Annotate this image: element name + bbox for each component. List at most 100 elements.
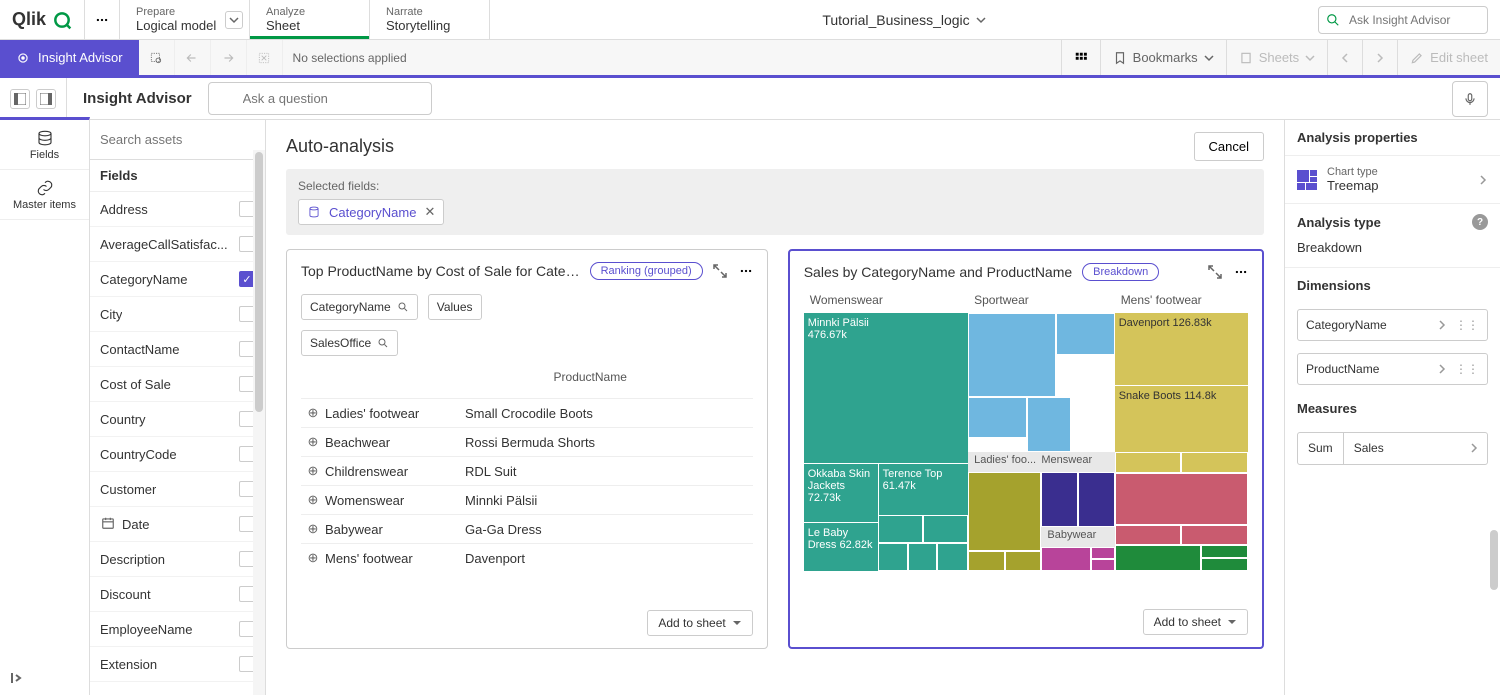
expand-icon[interactable]: ⊕ [301, 492, 325, 508]
dimension-property[interactable]: CategoryName ⋮⋮ [1297, 309, 1488, 341]
values-pill[interactable]: Values [428, 294, 482, 320]
step-back-button[interactable] [175, 40, 211, 75]
chip-remove-button[interactable]: ✕ [424, 204, 435, 220]
treemap-cell[interactable]: Terence Top 61.47k [878, 463, 968, 515]
field-row[interactable]: EmployeeName [90, 612, 265, 647]
selected-field-chip[interactable]: CategoryName ✕ [298, 199, 444, 225]
treemap-cell[interactable] [1041, 547, 1091, 571]
measure-property[interactable]: Sum Sales [1297, 432, 1488, 465]
sidebar-fields[interactable]: Fields [0, 120, 89, 170]
field-row[interactable]: Description [90, 542, 265, 577]
field-row[interactable]: CategoryName✓ [90, 262, 265, 297]
treemap-cell[interactable] [968, 397, 1027, 439]
pivot-row[interactable]: ⊕Ladies' footwearSmall Crocodile Boots [301, 398, 753, 427]
treemap-chart[interactable]: Womenswear Sportwear Mens' footwear Minn… [804, 291, 1248, 571]
treemap-cell[interactable]: Okkaba Skin Jackets 72.73k [804, 463, 878, 523]
smart-search-button[interactable] [139, 40, 175, 75]
field-row[interactable]: City [90, 297, 265, 332]
fullscreen-icon[interactable] [713, 264, 727, 278]
field-row[interactable]: Extension [90, 647, 265, 682]
treemap-cell[interactable] [1115, 525, 1182, 546]
treemap-cell[interactable] [968, 472, 1041, 551]
ask-question-input[interactable] [208, 82, 432, 115]
field-row[interactable]: ContactName [90, 332, 265, 367]
properties-scrollbar[interactable] [1490, 530, 1498, 590]
treemap-cell[interactable] [878, 543, 908, 571]
treemap-cell[interactable] [923, 515, 968, 543]
treemap-cell[interactable] [1181, 525, 1248, 546]
treemap-cell[interactable] [1078, 472, 1115, 526]
treemap-cell[interactable] [1027, 397, 1071, 453]
sidebar-master-items[interactable]: Master items [0, 170, 89, 220]
nav-tab-analyze[interactable]: Analyze Sheet [250, 0, 370, 39]
selections-tool-button[interactable] [1061, 40, 1100, 75]
treemap-cell[interactable] [908, 543, 938, 571]
global-menu-button[interactable] [85, 0, 120, 39]
add-to-sheet-button[interactable]: Add to sheet [1143, 609, 1248, 635]
treemap-cell[interactable]: Snake Boots 114.8k [1115, 385, 1248, 452]
field-row[interactable]: Address [90, 192, 265, 227]
treemap-cell[interactable] [1056, 313, 1115, 355]
prepare-dropdown-button[interactable] [225, 11, 243, 29]
treemap-cell[interactable]: Davenport 126.83k [1115, 313, 1248, 385]
treemap-cell[interactable] [968, 313, 1056, 397]
treemap-cell[interactable] [1115, 452, 1182, 473]
fields-search-input[interactable] [96, 126, 259, 153]
sheets-button[interactable]: Sheets [1226, 40, 1327, 75]
qlik-logo[interactable]: Qlik [0, 0, 85, 39]
expand-icon[interactable]: ⊕ [301, 550, 325, 566]
field-row[interactable]: AverageCallSatisfac... [90, 227, 265, 262]
bookmarks-button[interactable]: Bookmarks [1100, 40, 1226, 75]
card-menu-button[interactable] [1234, 265, 1248, 279]
nav-tab-narrate[interactable]: Narrate Storytelling [370, 0, 490, 39]
treemap-cell[interactable] [1181, 452, 1248, 473]
nav-tab-prepare[interactable]: Prepare Logical model [120, 0, 250, 39]
pivot-row[interactable]: ⊕Mens' footwearDavenport [301, 543, 753, 572]
fields-list[interactable]: AddressAverageCallSatisfac...CategoryNam… [90, 192, 265, 695]
card-menu-button[interactable] [739, 264, 753, 278]
drag-handle-icon[interactable]: ⋮⋮ [1455, 318, 1479, 332]
treemap-cell[interactable] [1091, 559, 1115, 571]
dimension-pill[interactable]: SalesOffice [301, 330, 398, 356]
dimension-property[interactable]: ProductName ⋮⋮ [1297, 353, 1488, 385]
treemap-cell[interactable] [1041, 472, 1078, 526]
pivot-row[interactable]: ⊕ChildrenswearRDL Suit [301, 456, 753, 485]
clear-selections-button[interactable] [247, 40, 283, 75]
field-row[interactable]: Discount [90, 577, 265, 612]
treemap-cell[interactable] [1115, 545, 1202, 571]
pivot-row[interactable]: ⊕BabywearGa-Ga Dress [301, 514, 753, 543]
add-to-sheet-button[interactable]: Add to sheet [647, 610, 752, 636]
expand-icon[interactable]: ⊕ [301, 434, 325, 450]
treemap-cell[interactable] [968, 551, 1005, 571]
voice-input-button[interactable] [1452, 81, 1488, 117]
toggle-right-panel[interactable] [36, 89, 56, 109]
treemap-cell[interactable] [1005, 551, 1042, 571]
help-icon[interactable]: ? [1472, 214, 1488, 230]
toggle-left-panel[interactable] [10, 89, 30, 109]
field-row[interactable]: Date [90, 507, 265, 542]
chart-type-row[interactable]: Chart type Treemap [1285, 156, 1500, 204]
field-row[interactable]: Cost of Sale [90, 367, 265, 402]
treemap-cell[interactable] [937, 543, 968, 571]
treemap-cell[interactable] [1115, 473, 1248, 525]
pivot-row[interactable]: ⊕BeachwearRossi Bermuda Shorts [301, 427, 753, 456]
app-title[interactable]: Tutorial_Business_logic [490, 0, 1318, 39]
expand-icon[interactable]: ⊕ [301, 405, 325, 421]
fields-scrollbar[interactable] [253, 150, 265, 695]
dimension-pill[interactable]: CategoryName [301, 294, 418, 320]
field-row[interactable]: Customer [90, 472, 265, 507]
drag-handle-icon[interactable]: ⋮⋮ [1455, 362, 1479, 376]
fullscreen-icon[interactable] [1208, 265, 1222, 279]
insight-advisor-button[interactable]: Insight Advisor [0, 40, 139, 75]
step-forward-button[interactable] [211, 40, 247, 75]
cancel-button[interactable]: Cancel [1194, 132, 1264, 161]
prev-sheet-button[interactable] [1327, 40, 1362, 75]
treemap-cell[interactable]: Minnki Pälsii 476.67k [804, 313, 968, 463]
pivot-row[interactable]: ⊕WomenswearMinnki Pälsii [301, 485, 753, 514]
treemap-cell[interactable]: Le Baby Dress 62.82k [804, 522, 878, 571]
collapse-sidebar-button[interactable] [10, 671, 28, 685]
expand-icon[interactable]: ⊕ [301, 463, 325, 479]
field-row[interactable]: CountryCode [90, 437, 265, 472]
treemap-cell[interactable] [1091, 547, 1115, 559]
edit-sheet-button[interactable]: Edit sheet [1397, 40, 1500, 75]
